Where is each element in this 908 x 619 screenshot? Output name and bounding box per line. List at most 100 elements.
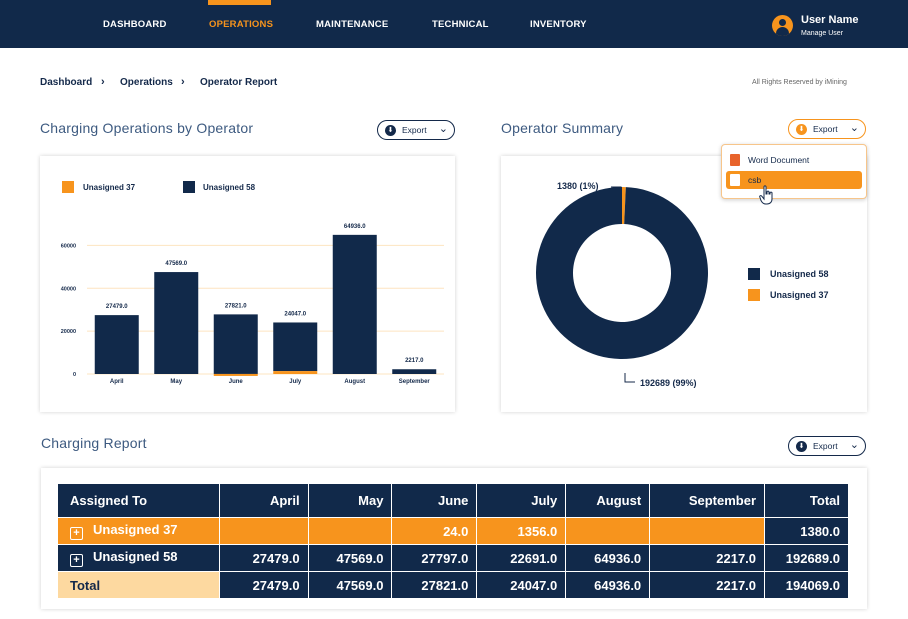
table-cell — [565, 517, 651, 545]
breadcrumb-operations[interactable]: Operations — [120, 77, 173, 88]
table-cell: 24.0 — [391, 517, 478, 545]
legend-swatch-unasigned-37 — [748, 289, 760, 301]
x-tick-label: September — [399, 379, 431, 385]
export-label: Export — [813, 441, 838, 451]
row-label-cell: + Unasigned 58 — [57, 544, 220, 572]
nav-maintenance[interactable]: MAINTENANCE — [316, 0, 388, 48]
download-icon: ⬇ — [796, 441, 807, 452]
donut-label-large: 192689 (99%) — [640, 378, 697, 388]
bar-value-label: 47569.0 — [165, 261, 187, 267]
table-total-row: Total 27479.0 47569.0 27821.0 24047.0 64… — [57, 571, 849, 599]
legend-label-unasigned-37: Unasigned 37 — [770, 290, 829, 300]
table-cell: 27479.0 — [218, 544, 309, 572]
row-label: Unasigned 37 — [93, 522, 178, 537]
table-cell: 27797.0 — [391, 544, 478, 572]
legend-label-unasigned-58: Unasigned 58 — [770, 269, 829, 279]
row-label-cell: + Unasigned 37 — [57, 517, 220, 545]
bar-value-label: 24047.0 — [284, 311, 306, 317]
hand-cursor-icon — [759, 185, 773, 205]
plus-square-icon[interactable]: + — [70, 527, 83, 540]
bar-unasigned-58 — [94, 315, 139, 374]
bar-unasigned-37 — [273, 371, 318, 374]
donut-label-small: 1380 (1%) — [557, 181, 599, 191]
word-icon — [730, 154, 740, 166]
legend-swatch-unasigned-58 — [748, 268, 760, 280]
nav-dashboard[interactable]: DASHBOARD — [103, 0, 167, 48]
bar-export-button[interactable]: ⬇ Export ⌄ — [377, 120, 455, 140]
chevron-right-icon: › — [181, 76, 185, 88]
bar-value-label: 27479.0 — [106, 304, 128, 310]
nav-inventory[interactable]: INVENTORY — [530, 0, 587, 48]
bar-value-label: 2217.0 — [405, 358, 424, 364]
user-name[interactable]: User Name — [801, 14, 858, 26]
chevron-down-icon: ⌄ — [438, 123, 448, 135]
table-cell: 47569.0 — [307, 571, 393, 599]
export-label: Export — [402, 125, 427, 135]
download-icon: ⬇ — [796, 124, 807, 135]
header-april[interactable]: April — [218, 483, 309, 518]
x-tick-label: August — [344, 379, 365, 385]
bar-unasigned-58 — [273, 322, 318, 372]
donut-slice-unasigned-58 — [535, 187, 708, 359]
bar-unasigned-58 — [392, 369, 437, 374]
plus-square-icon[interactable]: + — [70, 554, 83, 567]
nav-technical[interactable]: TECHNICAL — [432, 0, 489, 48]
table-cell: 194069.0 — [764, 571, 849, 599]
x-tick-label: April — [110, 379, 124, 385]
dropdown-item-csb[interactable]: csb — [726, 171, 862, 189]
bar-unasigned-37 — [213, 373, 258, 376]
bar-value-label: 27821.0 — [225, 303, 247, 309]
total-label: Total — [57, 571, 220, 599]
breadcrumb-dashboard[interactable]: Dashboard — [40, 77, 92, 88]
report-title: Charging Report — [41, 435, 147, 451]
dropdown-item-label: csb — [748, 175, 762, 185]
summary-export-button[interactable]: ⬇ Export ⌄ — [788, 119, 866, 139]
breadcrumb-operator-report: Operator Report — [200, 77, 278, 88]
copyright-text: All Rights Reserved by iMining — [752, 79, 847, 86]
header-may[interactable]: May — [307, 483, 393, 518]
y-tick-label: 0 — [73, 372, 76, 378]
manage-user-link[interactable]: Manage User — [801, 30, 843, 37]
table-cell: 64936.0 — [565, 544, 651, 572]
x-tick-label: July — [289, 379, 302, 385]
header-september[interactable]: September — [649, 483, 766, 518]
header-assigned-to[interactable]: Assigned To — [57, 483, 220, 518]
top-nav: DASHBOARD OPERATIONS MAINTENANCE TECHNIC… — [0, 0, 908, 48]
table-cell: 27821.0 — [391, 571, 478, 599]
nav-operations[interactable]: OPERATIONS — [209, 0, 273, 48]
dropdown-item-label: Word Document — [748, 155, 810, 165]
table-cell — [307, 517, 393, 545]
leader-line — [624, 373, 635, 383]
export-label: Export — [813, 124, 838, 134]
legend-label-unasigned-37: Unasigned 37 — [83, 183, 136, 192]
bar-unasigned-58 — [332, 234, 377, 374]
table-row[interactable]: + Unasigned 37 24.0 1356.0 1380.0 — [57, 517, 849, 545]
chevron-right-icon: › — [101, 76, 105, 88]
table-cell: 24047.0 — [476, 571, 567, 599]
header-june[interactable]: June — [391, 483, 478, 518]
header-july[interactable]: July — [476, 483, 567, 518]
header-total[interactable]: Total — [764, 483, 849, 518]
report-export-button[interactable]: ⬇ Export ⌄ — [788, 436, 866, 456]
legend-label-unasigned-58: Unasigned 58 — [203, 183, 256, 192]
table-cell: 1356.0 — [476, 517, 567, 545]
export-dropdown-menu: Word Document csb — [721, 144, 867, 199]
table-cell: 64936.0 — [565, 571, 651, 599]
table-cell: 27479.0 — [218, 571, 309, 599]
table-row[interactable]: + Unasigned 58 27479.0 47569.0 27797.0 22… — [57, 544, 849, 572]
chevron-down-icon: ⌄ — [849, 122, 859, 134]
dropdown-item-word[interactable]: Word Document — [726, 151, 862, 169]
header-august[interactable]: August — [565, 483, 651, 518]
bar-chart: 0 20000 40000 60000 27479.0 April 47569.0 May 27… — [61, 224, 444, 385]
user-icon[interactable] — [772, 15, 793, 36]
table-cell: 2217.0 — [649, 571, 766, 599]
bar-unasigned-58 — [213, 314, 258, 374]
bar-chart-title: Charging Operations by Operator — [40, 120, 254, 136]
file-icon — [730, 174, 740, 186]
legend-swatch-unasigned-37 — [62, 181, 74, 193]
table-header-row: Assigned To April May June July August S… — [57, 483, 849, 518]
x-tick-label: May — [170, 379, 182, 385]
table-cell: 192689.0 — [764, 544, 849, 572]
download-icon: ⬇ — [385, 125, 396, 136]
y-tick-label: 20000 — [61, 329, 76, 335]
